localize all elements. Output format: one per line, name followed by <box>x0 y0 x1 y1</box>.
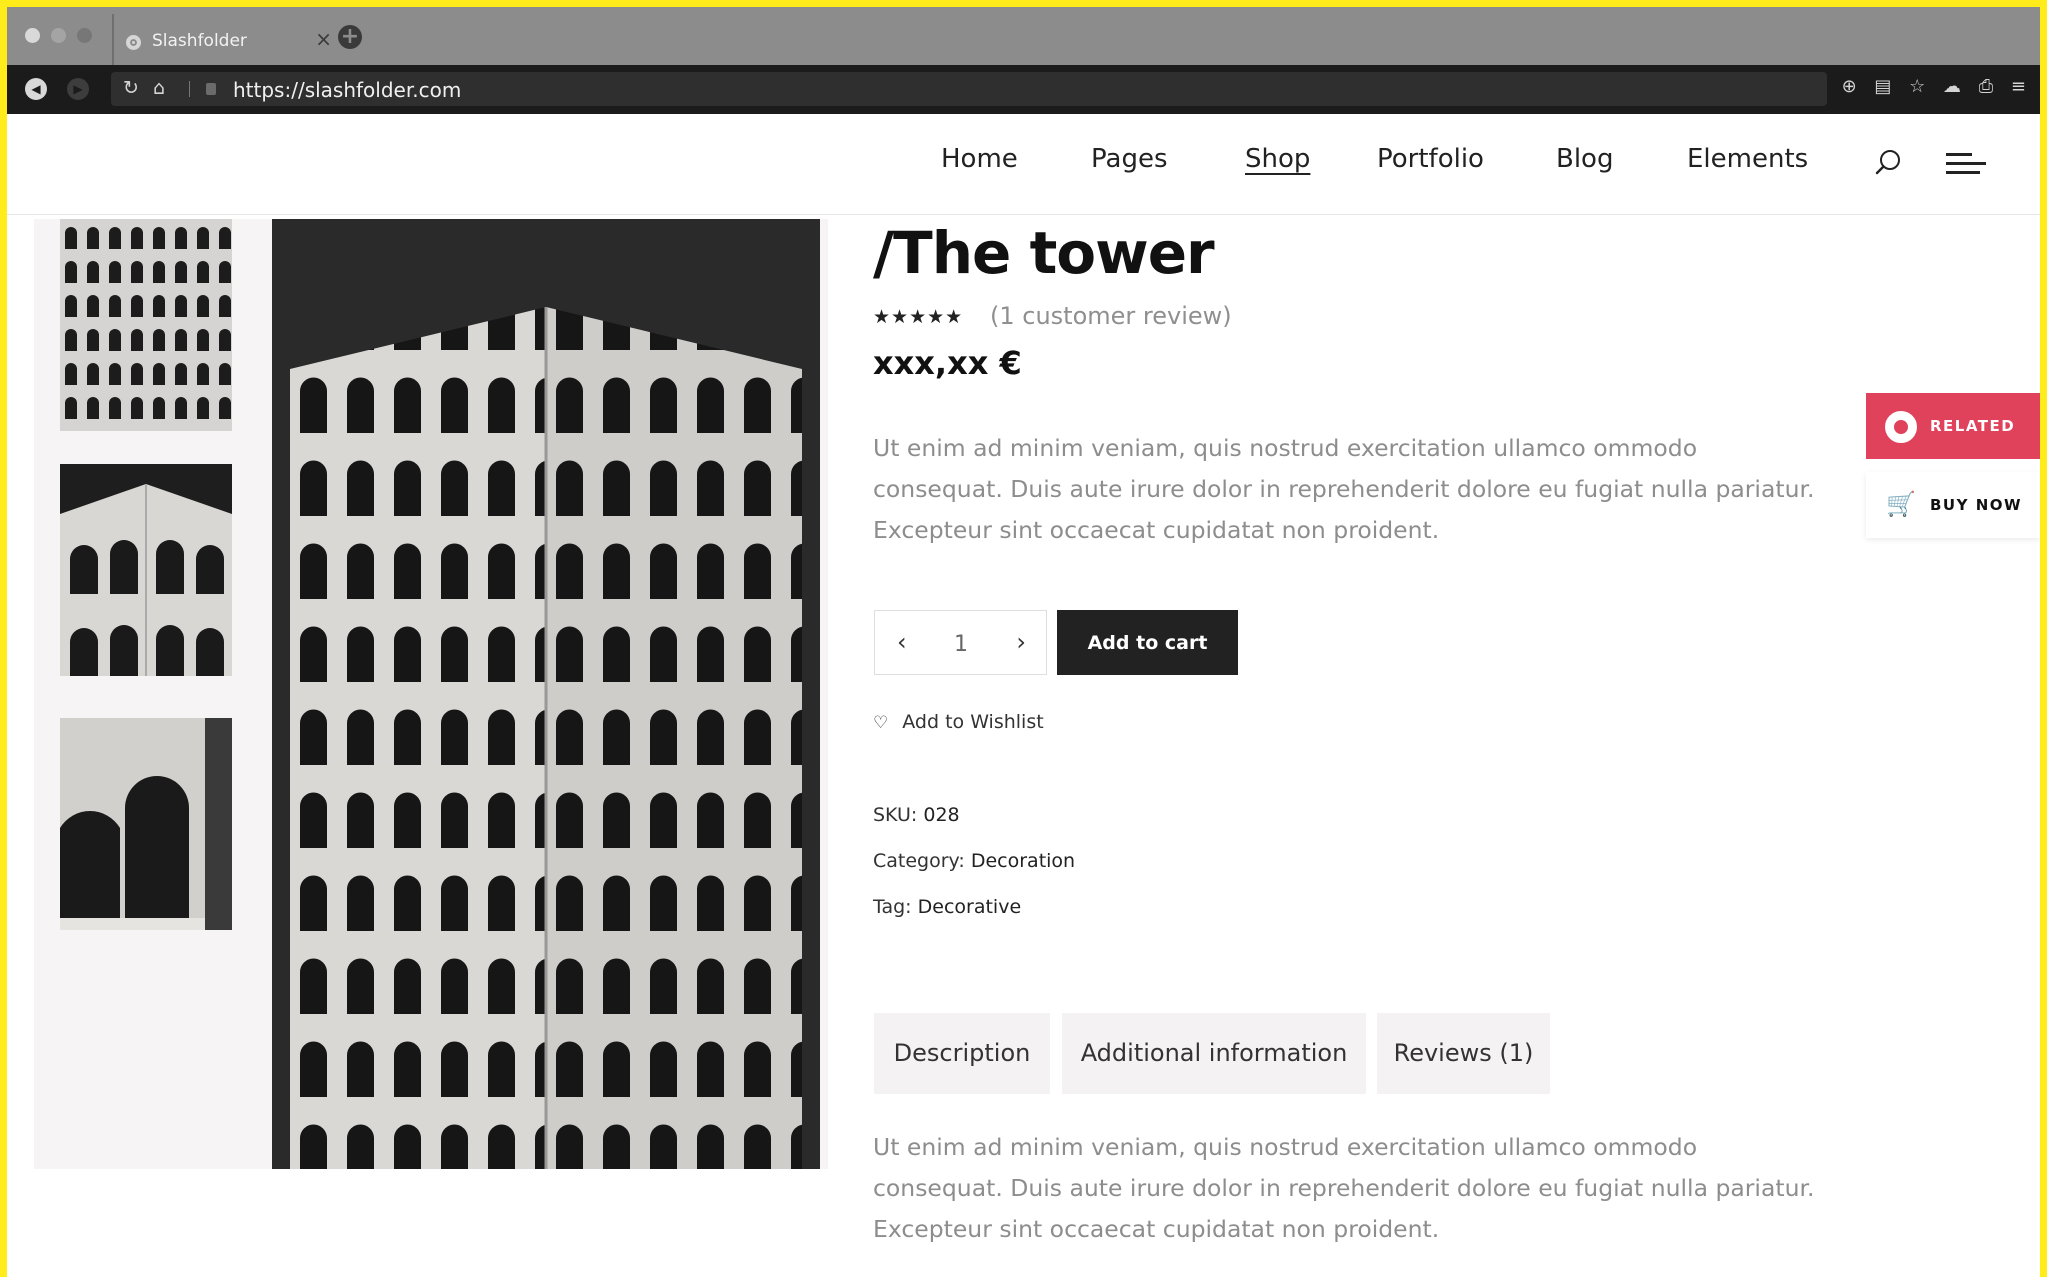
short-description: Ut enim ad minim veniam, quis nostrud ex… <box>873 434 1815 544</box>
product-category: Category: Decoration <box>873 850 1075 872</box>
hamburger-menu-icon[interactable] <box>1946 153 1986 175</box>
browser-window: Slashfolder × + ◀ ▶ ↻ ⌂ https://slashfol… <box>7 7 2040 1277</box>
tag-label: Tag: <box>873 896 912 918</box>
browser-toolbar: ◀ ▶ ↻ ⌂ https://slashfolder.com ⊕ ▤ ☆ ☁ … <box>7 65 2040 114</box>
tab-reviews[interactable]: Reviews (1) <box>1377 1013 1550 1094</box>
window-maximize-dot[interactable] <box>77 28 92 43</box>
menu-item-blog[interactable]: Blog <box>1556 144 1613 174</box>
tab-description-content: Ut enim ad minim veniam, quis nostrud ex… <box>873 1133 1815 1243</box>
product-thumbnail-1[interactable] <box>60 219 232 431</box>
add-to-cart-button[interactable]: Add to cart <box>1057 610 1238 675</box>
bookmark-star-icon[interactable]: ☆ <box>1909 76 1925 97</box>
product-main-image[interactable] <box>272 219 820 1169</box>
home-icon[interactable]: ⌂ <box>153 77 165 99</box>
quantity-input[interactable] <box>935 629 987 659</box>
cart-icon: 🛒 <box>1886 490 1916 518</box>
reload-icon[interactable]: ↻ <box>123 77 139 99</box>
site-header: Home Pages Shop Portfolio Blog Elements <box>7 114 2040 215</box>
tower-thumb-image-2 <box>60 464 232 676</box>
zoom-icon[interactable]: ⊕ <box>1842 76 1857 97</box>
menu-item-elements[interactable]: Elements <box>1687 144 1808 174</box>
sku-value: 028 <box>923 804 960 826</box>
menu-item-shop[interactable]: Shop <box>1245 144 1310 174</box>
product-thumbnail-2[interactable] <box>60 464 232 676</box>
wishlist-label: Add to Wishlist <box>902 711 1044 733</box>
heart-icon: ♡ <box>873 713 889 733</box>
buy-now-label: BUY NOW <box>1930 496 2023 514</box>
menu-item-pages[interactable]: Pages <box>1091 144 1168 174</box>
product-thumbnail-3[interactable] <box>60 718 232 930</box>
tab-close-icon[interactable]: × <box>315 29 332 49</box>
quantity-decrease-icon[interactable]: ‹ <box>897 628 907 656</box>
product-tag: Tag: Decorative <box>873 896 1021 918</box>
product-sku: SKU: 028 <box>873 804 960 826</box>
product-gallery <box>34 219 828 1169</box>
menu-item-home[interactable]: Home <box>941 144 1018 174</box>
related-button[interactable]: RELATED <box>1866 393 2040 459</box>
search-icon[interactable] <box>1875 149 1901 175</box>
related-label: RELATED <box>1930 417 2016 435</box>
product-title: /The tower <box>873 219 1215 287</box>
sku-label: SKU: <box>873 804 918 826</box>
lock-icon <box>206 83 216 95</box>
browser-tab-bar: Slashfolder × + <box>7 7 2040 65</box>
url-text[interactable]: https://slashfolder.com <box>233 78 461 102</box>
related-icon <box>1885 411 1917 443</box>
tab-description[interactable]: Description <box>874 1013 1050 1094</box>
window-close-dot[interactable] <box>25 28 40 43</box>
browser-tab[interactable]: Slashfolder × <box>112 14 342 65</box>
tab-additional-information[interactable]: Additional information <box>1062 1013 1366 1094</box>
tower-thumb-image-1 <box>60 219 232 431</box>
print-icon[interactable]: ⎙ <box>1979 76 1993 97</box>
tower-main-image <box>272 219 820 1169</box>
cloud-download-icon[interactable]: ☁ <box>1943 76 1961 97</box>
product-price: xxx,xx € <box>873 344 1022 382</box>
favicon-icon <box>126 35 141 50</box>
quantity-increase-icon[interactable]: › <box>1016 628 1026 656</box>
menu-item-portfolio[interactable]: Portfolio <box>1377 144 1484 174</box>
window-minimize-dot[interactable] <box>51 28 66 43</box>
address-bar[interactable]: ↻ ⌂ https://slashfolder.com <box>111 72 1827 106</box>
forward-icon[interactable]: ▶ <box>67 78 89 100</box>
add-to-wishlist-link[interactable]: ♡ Add to Wishlist <box>873 711 1044 733</box>
category-label: Category: <box>873 850 965 872</box>
quantity-stepper: ‹ › <box>874 610 1047 675</box>
url-separator <box>189 81 190 97</box>
new-tab-button[interactable]: + <box>338 25 362 49</box>
customer-review-link[interactable]: (1 customer review) <box>990 302 1232 330</box>
rating-stars-icon: ★★★★★ <box>873 306 964 328</box>
back-icon[interactable]: ◀ <box>25 78 47 100</box>
buy-now-button[interactable]: 🛒 BUY NOW <box>1866 472 2040 538</box>
category-link[interactable]: Decoration <box>971 850 1075 872</box>
tower-thumb-image-3 <box>60 718 232 930</box>
archive-icon[interactable]: ▤ <box>1874 76 1891 97</box>
browser-tools: ⊕ ▤ ☆ ☁ ⎙ ≡ <box>1830 76 2026 97</box>
tag-link[interactable]: Decorative <box>918 896 1022 918</box>
menu-icon[interactable]: ≡ <box>2011 76 2026 97</box>
tab-title: Slashfolder <box>152 31 247 51</box>
